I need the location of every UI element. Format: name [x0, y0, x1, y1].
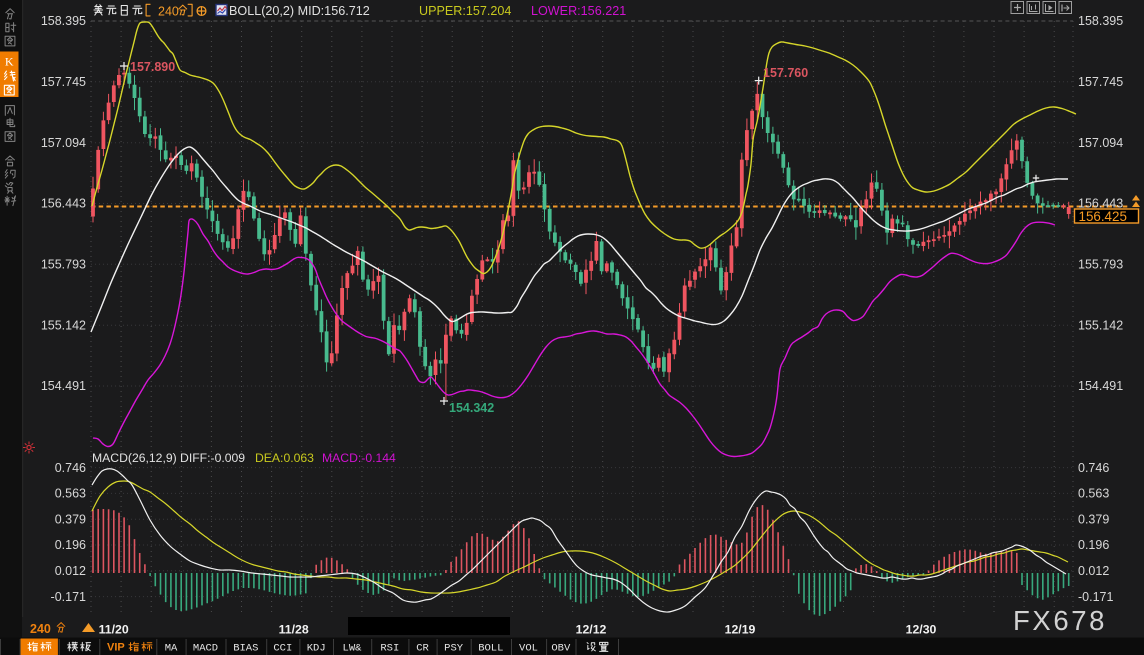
svg-text:0.012: 0.012 — [1078, 564, 1109, 578]
svg-text:0.746: 0.746 — [1078, 461, 1109, 475]
svg-text:0.012: 0.012 — [55, 564, 86, 578]
svg-text:RSI: RSI — [380, 643, 399, 655]
svg-text:VIP: VIP — [107, 642, 125, 654]
svg-text:KDJ: KDJ — [307, 643, 326, 655]
svg-text:12/30: 12/30 — [906, 623, 937, 637]
svg-text:UPPER:157.204: UPPER:157.204 — [419, 4, 511, 18]
svg-text:0.563: 0.563 — [1078, 487, 1109, 501]
svg-text:154.342: 154.342 — [449, 401, 494, 415]
svg-text:158.395: 158.395 — [1078, 14, 1123, 28]
svg-text:K: K — [5, 55, 14, 69]
svg-text:-0.171: -0.171 — [51, 590, 86, 604]
svg-text:-0.171: -0.171 — [1078, 590, 1113, 604]
svg-text:MACD:-0.144: MACD:-0.144 — [322, 451, 396, 465]
svg-text:12/19: 12/19 — [725, 623, 756, 637]
svg-text:OBV: OBV — [551, 643, 571, 655]
svg-text:11/20: 11/20 — [99, 623, 129, 637]
svg-text:158.395: 158.395 — [41, 14, 86, 28]
svg-text:12/12: 12/12 — [576, 623, 607, 637]
svg-text:156.425: 156.425 — [1079, 209, 1127, 224]
svg-text:157.094: 157.094 — [41, 136, 86, 150]
svg-text:0.563: 0.563 — [55, 487, 86, 501]
svg-text:CR: CR — [416, 643, 429, 655]
svg-text:PSY: PSY — [444, 643, 464, 655]
svg-text:BOLL(20,2) MID:156.712: BOLL(20,2) MID:156.712 — [229, 4, 370, 18]
svg-text:157.745: 157.745 — [1078, 75, 1123, 89]
svg-text:154.491: 154.491 — [1078, 379, 1123, 393]
svg-text:157.745: 157.745 — [41, 75, 86, 89]
svg-text:154.491: 154.491 — [41, 379, 86, 393]
svg-text:155.142: 155.142 — [41, 318, 86, 332]
svg-text:155.793: 155.793 — [1078, 258, 1123, 272]
svg-text:155.793: 155.793 — [41, 258, 86, 272]
svg-text:0.379: 0.379 — [55, 512, 86, 526]
svg-text:0.379: 0.379 — [1078, 512, 1109, 526]
svg-text:11/28: 11/28 — [279, 623, 309, 637]
svg-text:0.196: 0.196 — [55, 538, 86, 552]
svg-text:157.094: 157.094 — [1078, 136, 1123, 150]
svg-text:CCI: CCI — [273, 643, 292, 655]
svg-text:LW&: LW& — [343, 643, 363, 655]
svg-text:DEA:0.063: DEA:0.063 — [255, 451, 314, 465]
svg-text:157.890: 157.890 — [130, 60, 175, 74]
svg-text:156.443: 156.443 — [41, 197, 86, 211]
svg-text:155.142: 155.142 — [1078, 318, 1123, 332]
svg-text:BIAS: BIAS — [233, 643, 258, 655]
svg-text:FX678: FX678 — [1013, 605, 1107, 636]
svg-text:240: 240 — [158, 5, 179, 19]
svg-text:157.760: 157.760 — [763, 66, 808, 80]
svg-text:LOWER:156.221: LOWER:156.221 — [531, 4, 626, 18]
svg-text:0.746: 0.746 — [55, 461, 86, 475]
svg-text:0.196: 0.196 — [1078, 538, 1109, 552]
svg-text:BOLL: BOLL — [478, 643, 503, 655]
svg-text:VOL: VOL — [519, 643, 538, 655]
svg-text:240: 240 — [30, 622, 51, 636]
svg-text:MA: MA — [165, 643, 178, 655]
svg-text:MACD(26,12,9) DIFF:-0.009: MACD(26,12,9) DIFF:-0.009 — [92, 451, 245, 465]
svg-text:MACD: MACD — [193, 643, 218, 655]
